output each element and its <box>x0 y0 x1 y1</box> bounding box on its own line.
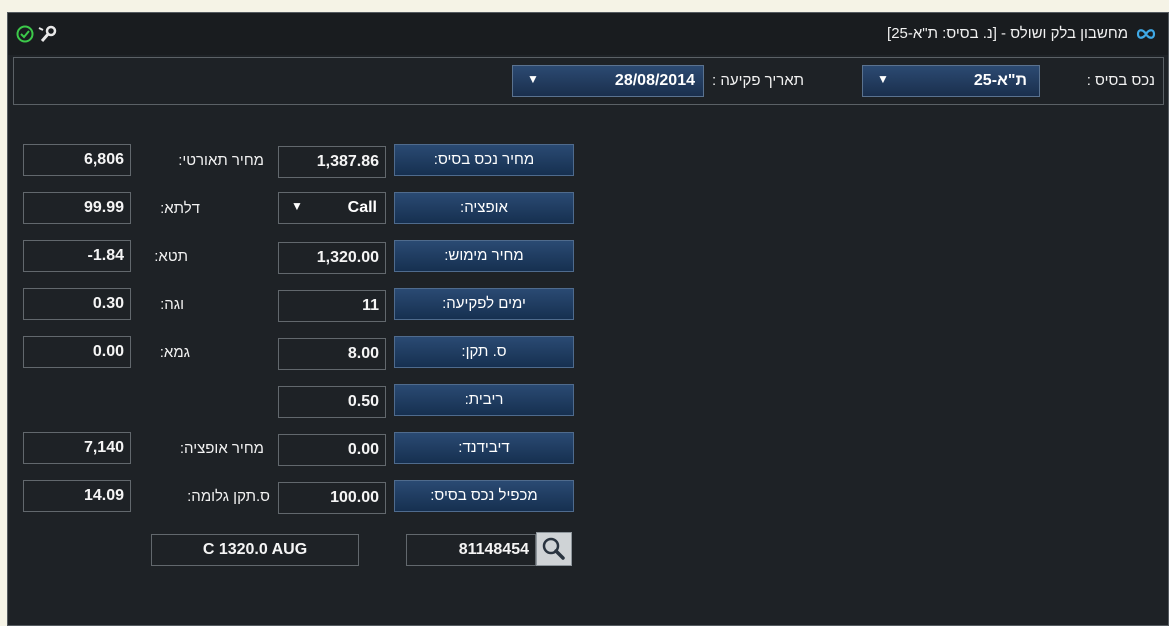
theta-label: תטא: <box>154 248 188 265</box>
security-number-field[interactable]: 81148454 <box>406 534 536 566</box>
strike-price-label[interactable]: מחיר מימוש: <box>394 240 574 272</box>
selection-bar: נכס בסיס : ת"א-25 ▼ תאריך פקיעה : 28/08/… <box>13 57 1164 105</box>
interest-rate-input[interactable]: 0.50 <box>278 386 386 418</box>
underlying-value: ת"א-25 <box>973 72 1027 89</box>
std-dev-label[interactable]: ס. תקן: <box>394 336 574 368</box>
std-dev-input[interactable]: 8.00 <box>278 338 386 370</box>
vega-value: 0.30 <box>23 288 131 320</box>
expiry-label: תאריך פקיעה : <box>712 72 805 89</box>
underlying-price-input[interactable]: 1,387.86 <box>278 146 386 178</box>
underlying-dropdown[interactable]: ת"א-25 ▼ <box>862 65 1040 97</box>
dividend-input[interactable]: 0.00 <box>278 434 386 466</box>
black-scholes-calculator-window: מחשבון בלק ושולס - [נ. בסיס: ת"א-25] נכס… <box>7 12 1169 626</box>
theta-value: -1.84 <box>23 240 131 272</box>
expiry-dropdown[interactable]: 28/08/2014 ▼ <box>512 65 704 97</box>
chevron-down-icon: ▼ <box>291 199 303 213</box>
window-title-group: מחשבון בלק ושולס - [נ. בסיס: ת"א-25] <box>887 25 1156 42</box>
title-bar: מחשבון בלק ושולס - [נ. בסיס: ת"א-25] <box>8 13 1168 55</box>
window-title: מחשבון בלק ושולס - [נ. בסיס: ת"א-25] <box>887 25 1128 42</box>
infinity-icon <box>1136 28 1156 39</box>
option-type-label[interactable]: אופציה: <box>394 192 574 224</box>
vega-label: וגה: <box>160 296 184 313</box>
option-price-label: מחיר אופציה: <box>179 440 264 457</box>
delta-label: דלתא: <box>160 200 200 217</box>
option-code-field: C 1320.0 AUG <box>151 534 359 566</box>
option-type-dropdown[interactable]: Call ▼ <box>278 192 386 224</box>
wrench-icon[interactable] <box>38 25 58 43</box>
interest-rate-label[interactable]: ריבית: <box>394 384 574 416</box>
delta-value: 99.99 <box>23 192 131 224</box>
expiry-value: 28/08/2014 <box>614 72 695 89</box>
chevron-down-icon: ▼ <box>527 72 539 86</box>
underlying-price-label[interactable]: מחיר נכס בסיס: <box>394 144 574 176</box>
dividend-label[interactable]: דיבידנד: <box>394 432 574 464</box>
chevron-down-icon: ▼ <box>877 72 889 86</box>
search-button[interactable] <box>536 532 572 566</box>
check-circle-icon[interactable] <box>16 25 34 43</box>
option-type-value: Call <box>347 199 377 216</box>
days-to-expiry-label[interactable]: ימים לפקיעה: <box>394 288 574 320</box>
theoretical-price-value: 6,806 <box>23 144 131 176</box>
window-icons <box>16 25 58 43</box>
magnifier-icon <box>542 537 565 560</box>
days-to-expiry-input[interactable]: 11 <box>278 290 386 322</box>
multiplier-label[interactable]: מכפיל נכס בסיס: <box>394 480 574 512</box>
option-price-value: 7,140 <box>23 432 131 464</box>
theoretical-price-label: מחיר תאורטי: <box>178 152 264 169</box>
multiplier-input[interactable]: 100.00 <box>278 482 386 514</box>
gamma-value: 0.00 <box>23 336 131 368</box>
underlying-label: נכס בסיס : <box>1086 72 1155 89</box>
implied-volatility-value: 14.09 <box>23 480 131 512</box>
strike-price-input[interactable]: 1,320.00 <box>278 242 386 274</box>
implied-volatility-label: ס.תקן גלומה: <box>187 488 270 505</box>
gamma-label: גמא: <box>159 344 190 361</box>
